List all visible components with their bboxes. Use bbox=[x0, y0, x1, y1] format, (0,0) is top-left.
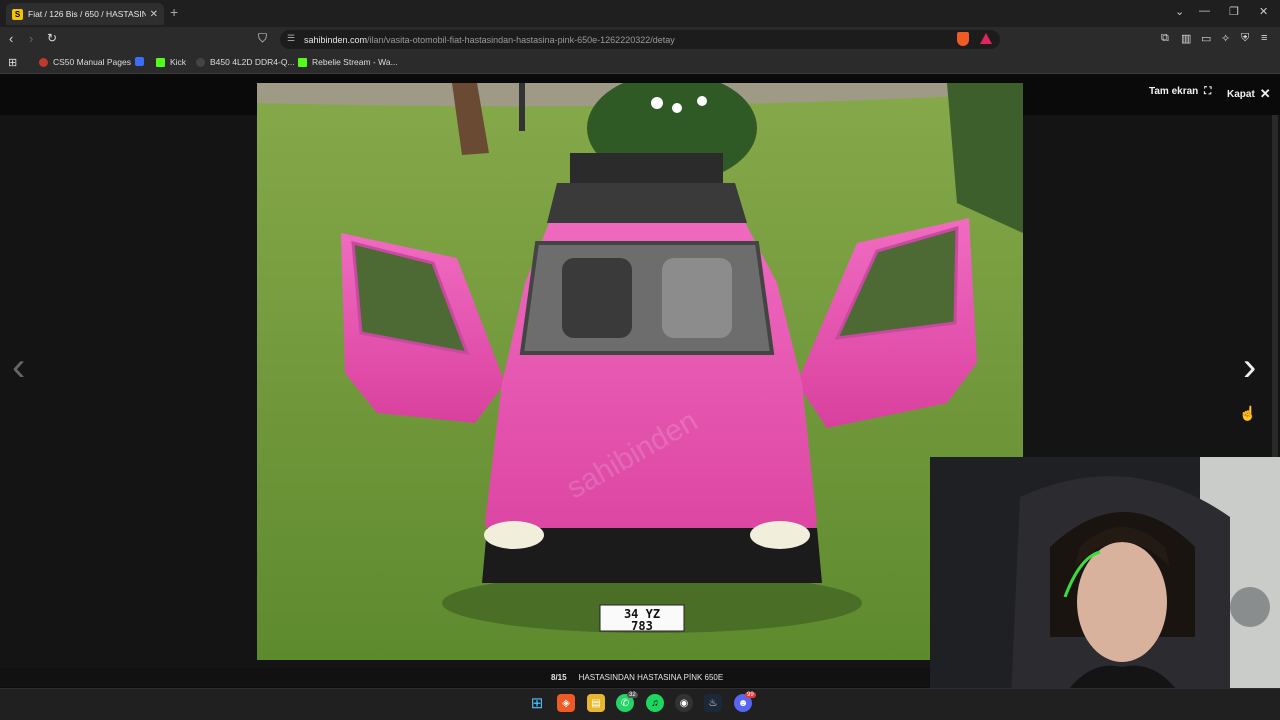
bookmark-blue-icon bbox=[135, 57, 144, 66]
kick-icon bbox=[298, 57, 307, 67]
window-close-button[interactable]: ✕ bbox=[1259, 5, 1268, 18]
webcam-overlay bbox=[930, 457, 1280, 720]
bookmark-label: Kick bbox=[170, 57, 187, 67]
fullscreen-icon: ⛶ bbox=[1204, 86, 1212, 97]
close-icon: ✕ bbox=[1259, 86, 1271, 101]
fullscreen-label: Tam ekran bbox=[1149, 86, 1199, 97]
address-path: /ilan/vasita-otomobil-fiat-hastasindan-h… bbox=[367, 34, 675, 45]
browser-tab[interactable]: S Fiat / 126 Bis / 650 / HASTASIND ✕ bbox=[6, 3, 164, 25]
webcam-person-drawing bbox=[930, 457, 1280, 720]
menu-icon[interactable]: ≡ bbox=[1261, 32, 1267, 44]
spotify-icon[interactable]: ♫ bbox=[646, 694, 664, 712]
bookmark-b450[interactable]: B450 4L2D DDR4-Q... bbox=[196, 57, 295, 67]
steam-icon[interactable]: ♨ bbox=[704, 694, 722, 712]
plate-line2: 783 bbox=[631, 619, 653, 633]
tab-list-chevron-icon[interactable]: ⌄ bbox=[1175, 5, 1184, 18]
obs-icon[interactable]: ◉ bbox=[675, 694, 693, 712]
bookmark-unnamed[interactable] bbox=[135, 57, 149, 66]
brave-browser-icon[interactable]: ◈ bbox=[557, 694, 575, 712]
photo-caption: 8/15 HASTASINDAN HASTASINA PİNK 650E bbox=[551, 673, 723, 682]
close-label: Kapat bbox=[1227, 88, 1255, 100]
bookmark-label: CS50 Manual Pages bbox=[53, 57, 131, 67]
hand-cursor-icon: ☝ bbox=[1239, 405, 1257, 421]
bookmark-label: B450 4L2D DDR4-Q... bbox=[210, 57, 295, 67]
whatsapp-badge: 32 bbox=[627, 692, 638, 698]
bookmarks-bar bbox=[0, 53, 1280, 74]
car-photo-drawing: 34 YZ 783 sahibinden bbox=[257, 83, 1023, 660]
bookmark-kick[interactable]: Kick bbox=[156, 57, 186, 67]
bookmark-cs50[interactable]: CS50 Manual Pages bbox=[39, 57, 131, 67]
wallet-icon[interactable]: ▭ bbox=[1201, 32, 1211, 45]
car-photo[interactable]: 34 YZ 783 sahibinden bbox=[257, 83, 1023, 660]
address-bar[interactable]: sahibinden.com/ilan/vasita-otomobil-fiat… bbox=[280, 30, 1000, 49]
tab-close-icon[interactable]: ✕ bbox=[150, 9, 158, 20]
tab-strip bbox=[0, 0, 1280, 27]
gigabyte-icon bbox=[196, 57, 205, 67]
extensions-icon[interactable]: ⧉ bbox=[1161, 32, 1169, 45]
discord-badge: 99 bbox=[745, 692, 756, 698]
site-favicon-icon: S bbox=[12, 8, 23, 20]
file-explorer-icon[interactable]: ▤ bbox=[587, 694, 605, 712]
close-viewer-button[interactable]: Kapat ✕ bbox=[1227, 86, 1271, 102]
reload-button[interactable]: ↻ bbox=[47, 31, 57, 45]
vpn-icon[interactable]: ⛨ bbox=[1241, 32, 1249, 45]
brave-shield-icon[interactable] bbox=[957, 32, 969, 46]
address-host: sahibinden.com bbox=[304, 34, 368, 45]
fullscreen-button[interactable]: Tam ekran ⛶ bbox=[1149, 86, 1211, 97]
minimize-button[interactable]: — bbox=[1199, 5, 1210, 17]
tab-title: Fiat / 126 Bis / 650 / HASTASIND bbox=[28, 9, 146, 19]
previous-photo-button[interactable]: ‹ bbox=[12, 345, 25, 390]
restore-button[interactable]: ❐ bbox=[1229, 5, 1239, 18]
new-tab-button[interactable]: + bbox=[170, 4, 178, 20]
back-button[interactable]: ‹ bbox=[9, 31, 13, 46]
leo-ai-icon[interactable]: ✧ bbox=[1221, 32, 1230, 45]
bookmark-label: Rebelie Stream - Wa... bbox=[312, 57, 398, 67]
brave-rewards-icon[interactable] bbox=[980, 33, 992, 44]
caption-text: HASTASINDAN HASTASINA PİNK 650E bbox=[578, 673, 724, 682]
bookmark-rebelie[interactable]: Rebelie Stream - Wa... bbox=[298, 57, 398, 67]
cs50-icon bbox=[39, 57, 48, 67]
windows-start-icon[interactable]: ⊞ bbox=[528, 694, 546, 712]
forward-button[interactable]: › bbox=[29, 31, 33, 46]
apps-grid-icon[interactable]: ⊞ bbox=[8, 56, 17, 69]
next-photo-button[interactable]: › bbox=[1243, 345, 1256, 390]
kick-icon bbox=[156, 57, 165, 67]
sidebar-icon[interactable]: ▥ bbox=[1181, 32, 1191, 45]
photo-counter: 8/15 bbox=[551, 673, 567, 682]
bookmark-icon[interactable]: ⛉ bbox=[258, 31, 267, 46]
windows-taskbar bbox=[0, 688, 1280, 720]
site-settings-icon[interactable]: ☰ bbox=[287, 33, 295, 44]
